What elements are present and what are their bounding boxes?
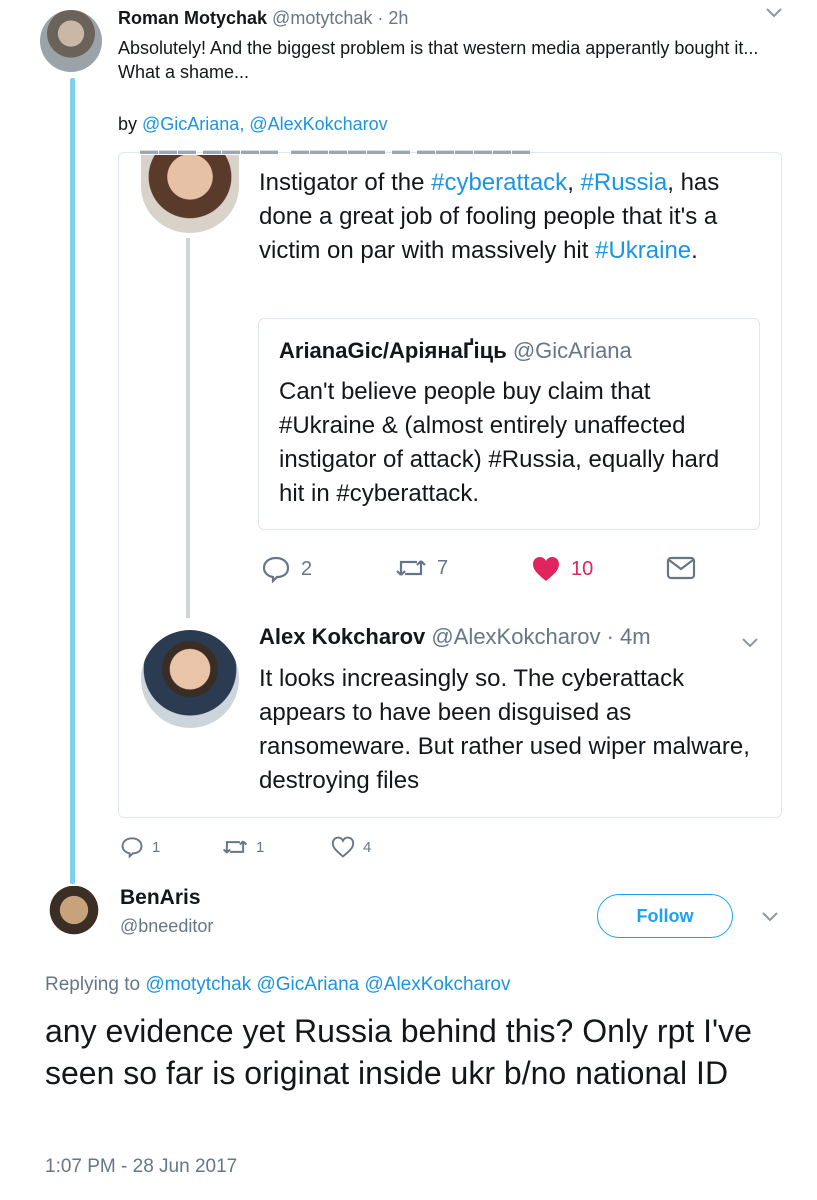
main-author-handle[interactable]: @bneeditor — [120, 916, 213, 937]
replying-prefix: Replying to — [45, 974, 146, 995]
alex-author-handle[interactable]: @AlexKokcharov · 4m — [431, 624, 650, 649]
hashtag-cyberattack[interactable]: #cyberattack — [431, 169, 567, 196]
author-handle[interactable]: @motytchak · 2h — [272, 8, 408, 28]
text-segment: . — [691, 237, 698, 264]
retweet-action[interactable]: 1 — [222, 836, 264, 858]
main-tweet-text: any evidence yet Russia behind this? Onl… — [45, 1013, 752, 1091]
reply-count: 2 — [301, 557, 313, 580]
hashtag-russia[interactable]: #Russia — [581, 169, 668, 196]
quoted-author-line: ArianaGic/АріянаҐіць @GicAriana — [279, 338, 632, 364]
tweet-author-line: Roman Motychak @motytchak · 2h — [118, 8, 408, 29]
thread-line — [70, 78, 75, 884]
reply-icon — [261, 555, 291, 583]
heart-icon — [531, 555, 561, 583]
like-count: 10 — [571, 557, 594, 580]
avatar-roman-motychak[interactable] — [40, 10, 102, 72]
retweet-count: 1 — [256, 838, 265, 856]
reply-icon — [120, 836, 144, 858]
alex-author-name[interactable]: Alex Kokcharov — [259, 624, 425, 649]
chevron-down-icon[interactable] — [740, 636, 760, 650]
heart-icon — [331, 836, 355, 858]
retweet-icon — [222, 836, 248, 858]
quoted-tweet-text: Can't believe people buy claim that #Ukr… — [279, 378, 720, 507]
direct-message-icon — [666, 555, 696, 581]
retweet-count: 7 — [437, 556, 449, 579]
card-thread-line — [186, 238, 190, 618]
text-segment: Instigator of the — [259, 169, 432, 196]
retweet-action[interactable]: 7 — [395, 555, 448, 581]
like-count: 4 — [363, 838, 372, 856]
by-prefix: by — [118, 114, 143, 134]
hashtag-ukraine[interactable]: #Ukraine — [595, 237, 691, 264]
author-name[interactable]: Roman Motychak — [118, 8, 267, 28]
chevron-down-icon[interactable] — [760, 910, 780, 924]
by-mentions[interactable]: @GicAriana, @AlexKokcharov — [142, 114, 388, 134]
like-action[interactable]: 10 — [531, 555, 593, 583]
like-action[interactable]: 4 — [331, 836, 371, 858]
tweet-by-line: by @GicAriana, @AlexKokcharov — [118, 114, 388, 135]
quoted-author-name[interactable]: ArianaGic/АріянаҐіць — [279, 338, 507, 363]
replying-to-line: Replying to @motytchak @GicAriana @AlexK… — [45, 974, 511, 996]
avatar-alex-kokcharov[interactable] — [141, 630, 239, 728]
tweet-text: Absolutely! And the biggest problem is t… — [118, 38, 759, 82]
text-segment: , — [567, 169, 581, 196]
replying-mentions[interactable]: @motytchak @GicAriana @AlexKokcharov — [145, 974, 510, 995]
retweet-icon — [395, 555, 427, 581]
reply-action[interactable]: 1 — [120, 836, 160, 858]
ariana-tweet-text: Instigator of the #cyberattack, #Russia,… — [259, 166, 759, 268]
cropped-header-fragment: ▬▬▬ ▬▬▬▬, ▬▬▬▬▬ ▬ ▬▬▬▬▬▬ — [140, 140, 532, 154]
reply-action[interactable]: 2 — [261, 555, 312, 583]
alex-author-line: Alex Kokcharov @AlexKokcharov · 4m — [259, 624, 651, 650]
alex-tweet-text: It looks increasingly so. The cyberattac… — [259, 665, 750, 794]
tweet-timestamp[interactable]: 1:07 PM - 28 Jun 2017 — [45, 1156, 237, 1178]
direct-message-action[interactable] — [666, 555, 696, 581]
quoted-author-handle[interactable]: @GicAriana — [513, 338, 632, 363]
follow-button[interactable]: Follow — [597, 894, 733, 938]
chevron-down-icon[interactable] — [764, 6, 784, 20]
avatar-benaris[interactable] — [45, 886, 103, 946]
reply-count: 1 — [152, 838, 161, 856]
main-author-name[interactable]: BenAris — [120, 886, 201, 910]
